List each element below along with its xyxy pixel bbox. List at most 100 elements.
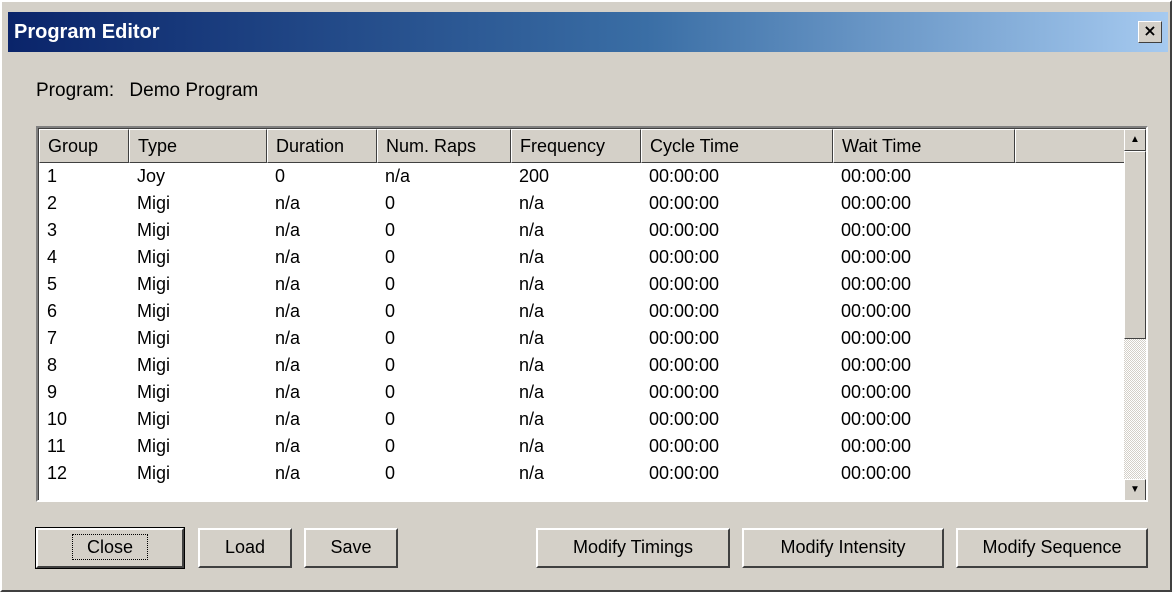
title-bar[interactable]: Program Editor × [8,12,1168,52]
table-cell: n/a [275,382,301,402]
save-button[interactable]: Save [304,528,398,568]
program-info: Program: Demo Program [36,80,258,102]
table-cell: 2 [47,193,58,213]
table-cell: 5 [47,274,58,294]
table-cell: 00:00:00 [841,463,912,483]
table-cell: n/a [275,247,301,267]
table-cell: n/a [519,436,545,456]
table-cell: 00:00:00 [841,274,912,294]
column-header[interactable]: Wait Time [833,129,1015,163]
groups-list-inner: Group Type Duration Num. Raps Frequency Cycle… [38,128,1146,500]
table-cell: n/a [519,220,545,240]
table-cell: n/a [275,463,301,483]
table-row[interactable]: 8 Migi n/a 0 n/a 00:00:00 00:00:00 [39,352,1125,379]
table-cell: n/a [519,355,545,375]
table-cell: Joy [137,166,166,186]
vertical-scrollbar[interactable]: ▲ ▼ [1124,129,1146,500]
table-cell: n/a [519,247,545,267]
table-cell: 00:00:00 [841,301,912,321]
table-row[interactable]: 5 Migi n/a 0 n/a 00:00:00 00:00:00 [39,271,1125,298]
table-cell: 00:00:00 [649,436,720,456]
load-button[interactable]: Load [198,528,292,568]
table-cell: 0 [385,436,396,456]
table-row[interactable]: 9 Migi n/a 0 n/a 00:00:00 00:00:00 [39,379,1125,406]
table-row[interactable]: 7 Migi n/a 0 n/a 00:00:00 00:00:00 [39,325,1125,352]
table-cell: 00:00:00 [649,220,720,240]
table-cell: 0 [385,274,396,294]
table-cell: Migi [137,220,171,240]
column-header[interactable]: Type [129,129,267,163]
table-row[interactable]: 12 Migi n/a 0 n/a 00:00:00 00:00:00 [39,460,1125,487]
close-button-label: Close [71,534,149,560]
list-body: 1 Joy 0 n/a 200 00:00:00 00:00:00 2 Migi n/a 0 n/a 0… [39,163,1125,487]
table-cell: Migi [137,463,171,483]
close-button[interactable]: Close [35,527,185,569]
table-row[interactable]: 4 Migi n/a 0 n/a 00:00:00 00:00:00 [39,244,1125,271]
table-cell: 00:00:00 [841,328,912,348]
scroll-thumb[interactable] [1124,151,1146,339]
modify-sequence-button[interactable]: Modify Sequence [956,528,1148,568]
table-cell: 00:00:00 [649,382,720,402]
table-row[interactable]: 1 Joy 0 n/a 200 00:00:00 00:00:00 [39,163,1125,190]
table-cell: 11 [47,436,66,456]
table-cell: 00:00:00 [649,301,720,321]
table-row[interactable]: 3 Migi n/a 0 n/a 00:00:00 00:00:00 [39,217,1125,244]
table-cell: 0 [385,247,396,267]
table-cell: 00:00:00 [649,166,720,186]
table-cell: Migi [137,193,171,213]
table-row[interactable]: 10 Migi n/a 0 n/a 00:00:00 00:00:00 [39,406,1125,433]
program-editor-window: Program Editor × Program: Demo Program G… [0,0,1172,592]
table-cell: n/a [519,193,545,213]
groups-list[interactable]: Group Type Duration Num. Raps Frequency Cycle… [36,126,1148,502]
table-cell: n/a [519,463,545,483]
scroll-up-icon[interactable]: ▲ [1124,129,1146,151]
table-cell: 0 [385,220,396,240]
table-cell: n/a [519,301,545,321]
table-cell: 00:00:00 [649,463,720,483]
table-cell: 3 [47,220,58,240]
modify-intensity-button[interactable]: Modify Intensity [742,528,944,568]
column-header[interactable]: Cycle Time [641,129,833,163]
table-cell: Migi [137,436,171,456]
table-cell: n/a [275,409,301,429]
column-header[interactable]: Frequency [511,129,641,163]
close-icon[interactable]: × [1138,21,1162,43]
column-header[interactable]: Num. Raps [377,129,511,163]
table-cell: 00:00:00 [841,355,912,375]
table-cell: 0 [385,463,396,483]
table-row[interactable]: 2 Migi n/a 0 n/a 00:00:00 00:00:00 [39,190,1125,217]
scroll-down-icon[interactable]: ▼ [1124,479,1146,500]
table-cell: n/a [275,301,301,321]
table-cell: 00:00:00 [841,193,912,213]
table-cell: 00:00:00 [649,328,720,348]
table-cell: n/a [519,328,545,348]
column-header[interactable] [1015,129,1125,163]
table-row[interactable]: 11 Migi n/a 0 n/a 00:00:00 00:00:00 [39,433,1125,460]
table-cell: n/a [275,220,301,240]
table-cell: 0 [385,355,396,375]
table-cell: 7 [47,328,58,348]
table-cell: 8 [47,355,58,375]
table-cell: 12 [47,463,68,483]
table-cell: 10 [47,409,68,429]
table-cell: Migi [137,382,171,402]
table-cell: 0 [385,409,396,429]
table-cell: 0 [275,166,286,186]
table-cell: n/a [275,274,301,294]
table-cell: 0 [385,301,396,321]
table-cell: Migi [137,355,171,375]
table-cell: 00:00:00 [841,382,912,402]
table-cell: n/a [385,166,411,186]
window-title: Program Editor [14,21,160,43]
modify-timings-button[interactable]: Modify Timings [536,528,730,568]
table-cell: 00:00:00 [649,409,720,429]
column-header[interactable]: Group [39,129,129,163]
table-cell: 0 [385,328,396,348]
column-header[interactable]: Duration [267,129,377,163]
table-cell: 00:00:00 [841,247,912,267]
table-cell: Migi [137,409,171,429]
table-cell: n/a [275,328,301,348]
table-cell: 00:00:00 [649,193,720,213]
list-header: Group Type Duration Num. Raps Frequency Cycle… [39,129,1125,163]
table-row[interactable]: 6 Migi n/a 0 n/a 00:00:00 00:00:00 [39,298,1125,325]
